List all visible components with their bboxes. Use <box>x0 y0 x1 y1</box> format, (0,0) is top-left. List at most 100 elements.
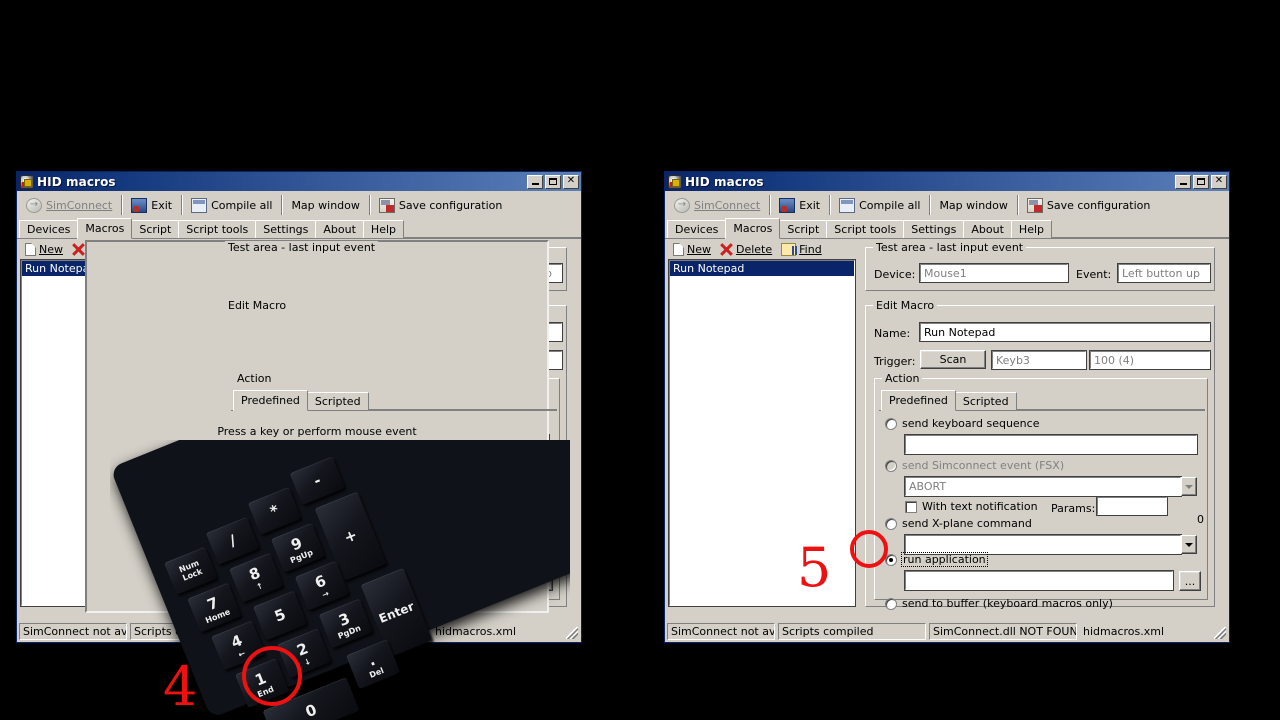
list-item[interactable]: Run Notepad <box>670 261 854 276</box>
status-simconnect: SimConnect not avai <box>667 623 775 640</box>
new-macro-button[interactable]: New <box>25 243 63 256</box>
status-bar: SimConnect not avai Scripts compiled Sim… <box>667 623 1227 640</box>
chevron-down-icon[interactable] <box>1181 477 1197 496</box>
action-tab-predefined[interactable]: Predefined <box>233 390 308 411</box>
tab-about[interactable]: About <box>963 220 1012 238</box>
toolbar-compile-all-button[interactable]: Compile all <box>832 195 927 216</box>
action-group-label: Action <box>234 372 275 385</box>
toolbar-compile-all-button[interactable]: Compile all <box>184 195 279 216</box>
keyboard-sequence-input[interactable] <box>904 434 1198 455</box>
annotation-step-5: 5 <box>797 536 832 599</box>
exit-icon <box>131 197 148 213</box>
radio-run-application[interactable]: run application <box>885 552 988 567</box>
checkbox-label: With text notification <box>922 500 1038 513</box>
toolbar-map-window-button[interactable]: Map window <box>284 196 366 215</box>
status-scripts: Scripts compiled <box>130 623 278 640</box>
toolbar-save-configuration-button[interactable]: Save configuration <box>1020 195 1157 216</box>
radio-send-keyboard-sequence[interactable]: send keyboard sequence <box>885 417 1039 430</box>
annotation-circle-run-application-radio <box>850 530 888 568</box>
tab-about[interactable]: About <box>315 220 364 238</box>
toolbar-separator <box>769 195 771 215</box>
toolbar-save-configuration-label: Save configuration <box>1046 198 1151 212</box>
trigger-device-field: Keyb3 <box>991 350 1087 370</box>
test-area-group-label: Test area - last input event <box>225 241 379 254</box>
browse-button[interactable]: ... <box>1179 571 1201 591</box>
with-text-notification-checkbox[interactable]: With text notification <box>905 500 1038 513</box>
macro-name-input[interactable]: Run Notepad <box>919 322 1211 342</box>
simconnect-event-combo[interactable]: ABORT <box>904 476 1197 497</box>
maximize-button[interactable] <box>545 174 561 189</box>
tab-devices[interactable]: Devices <box>19 220 79 238</box>
tab-script-tools[interactable]: Script tools <box>826 220 905 238</box>
tab-help[interactable]: Help <box>1010 220 1052 238</box>
tab-help[interactable]: Help <box>362 220 404 238</box>
tab-settings[interactable]: Settings <box>255 220 317 238</box>
toolbar-save-configuration-button[interactable]: Save configuration <box>372 195 509 216</box>
find-macro-label: Find <box>799 243 822 256</box>
run-application-input[interactable] <box>904 570 1174 591</box>
window-controls: ✕ <box>527 174 579 189</box>
params-input[interactable] <box>1096 496 1168 516</box>
close-button[interactable]: ✕ <box>563 174 579 189</box>
toolbar-simconnect-button[interactable]: SimConnect <box>19 195 119 216</box>
tab-script[interactable]: Script <box>779 220 828 238</box>
main-toolbar: SimConnect Exit Compile all Map window S… <box>665 191 1229 219</box>
status-file: hidmacros.xml <box>1080 623 1227 640</box>
radio-send-xplane-command[interactable]: send X-plane command <box>885 517 1032 530</box>
key-decimal: . Del <box>345 639 401 690</box>
minimize-button[interactable] <box>1175 174 1191 189</box>
app-icon <box>20 174 34 189</box>
maximize-button[interactable] <box>1193 174 1209 189</box>
tab-settings[interactable]: Settings <box>903 220 965 238</box>
event-label: Event: <box>1076 268 1112 281</box>
toolbar-map-window-button[interactable]: Map window <box>932 196 1014 215</box>
minimize-button[interactable] <box>527 174 543 189</box>
action-tabs: Predefined Scripted <box>231 390 557 411</box>
toolbar-map-window-label: Map window <box>939 198 1008 212</box>
hid-macros-window-left: HID macros ✕ SimConnect Exit Compile all <box>16 171 582 643</box>
radio-label: send keyboard sequence <box>902 417 1040 430</box>
radio-send-to-buffer[interactable]: send to buffer (keyboard macros only) <box>885 597 1113 610</box>
tab-script-tools[interactable]: Script tools <box>178 220 257 238</box>
find-macro-button[interactable]: Find <box>781 243 822 256</box>
delete-macro-button[interactable]: Delete <box>720 243 772 256</box>
tab-macros[interactable]: Macros <box>725 218 781 239</box>
scan-button[interactable]: Scan <box>920 350 986 369</box>
status-scripts: Scripts compiled <box>778 623 926 640</box>
simconnect-event-value: ABORT <box>904 476 1182 497</box>
annotation-circle-key-4 <box>242 646 302 706</box>
toolbar-exit-label: Exit <box>151 198 173 212</box>
radio-send-simconnect-event[interactable]: send Simconnect event (FSX) <box>885 459 1064 472</box>
radio-dot <box>885 517 897 530</box>
chevron-down-icon[interactable] <box>1181 535 1197 554</box>
new-file-icon <box>673 243 684 256</box>
toolbar-exit-button[interactable]: Exit <box>772 195 827 216</box>
window-title: HID macros <box>685 174 764 189</box>
main-tabs: Devices Macros Script Script tools Setti… <box>17 218 581 239</box>
tab-macros[interactable]: Macros <box>77 218 133 239</box>
xplane-command-combo[interactable] <box>904 534 1197 555</box>
action-tabs: Predefined Scripted <box>879 390 1205 411</box>
radio-label: send to buffer (keyboard macros only) <box>902 597 1113 610</box>
status-bar: SimConnect not avai Scripts compiled Sim… <box>19 623 579 640</box>
action-tab-predefined[interactable]: Predefined <box>881 390 956 411</box>
toolbar-simconnect-button[interactable]: SimConnect <box>667 195 767 216</box>
toolbar-exit-button[interactable]: Exit <box>124 195 179 216</box>
toolbar-simconnect-label: SimConnect <box>694 198 761 212</box>
radio-dot <box>885 417 897 430</box>
new-macro-button[interactable]: New <box>673 243 711 256</box>
action-tab-scripted[interactable]: Scripted <box>954 392 1017 410</box>
status-dll: SimConnect.dll NOT FOUND <box>929 623 1077 640</box>
exit-icon <box>779 197 796 213</box>
screenshot-stage: HID macros ✕ SimConnect Exit Compile all <box>0 0 1280 720</box>
status-dll: SimConnect.dll NOT FOUND <box>281 623 429 640</box>
tab-devices[interactable]: Devices <box>667 220 727 238</box>
save-icon <box>378 197 395 213</box>
toolbar-separator <box>829 195 831 215</box>
toolbar-separator <box>121 195 123 215</box>
toolbar-exit-label: Exit <box>799 198 821 212</box>
close-button[interactable]: ✕ <box>1211 174 1227 189</box>
tab-script[interactable]: Script <box>131 220 180 238</box>
action-tab-scripted[interactable]: Scripted <box>306 392 369 410</box>
delete-x-icon <box>72 243 85 256</box>
